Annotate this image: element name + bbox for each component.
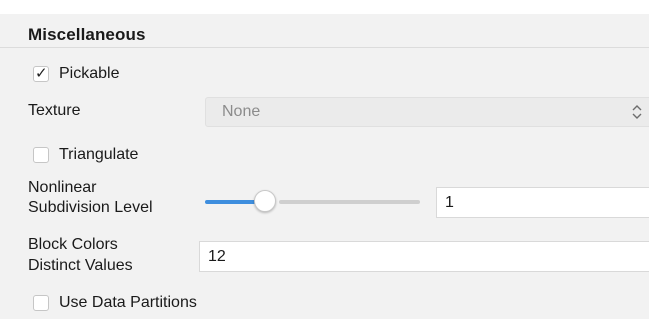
triangulate-checkbox[interactable] xyxy=(33,147,49,163)
block-colors-input[interactable] xyxy=(199,241,649,272)
section-title: Miscellaneous xyxy=(28,25,146,44)
data-partitions-label[interactable]: Use Data Partitions xyxy=(59,293,197,312)
top-strip xyxy=(0,0,649,14)
subdivision-level-input[interactable] xyxy=(436,187,649,218)
texture-select-value: None xyxy=(222,103,261,120)
pickable-checkbox[interactable]: ✓ xyxy=(33,65,49,82)
nonlinear-label-line2: Subdivision Level xyxy=(28,199,153,216)
texture-label: Texture xyxy=(28,102,81,119)
nonlinear-label-line1: Nonlinear xyxy=(28,179,97,196)
checkmark-icon: ✓ xyxy=(35,65,48,82)
slider-track-rest xyxy=(279,200,420,204)
pickable-label[interactable]: Pickable xyxy=(59,64,119,83)
slider-knob[interactable] xyxy=(254,190,276,212)
block-colors-label-line2: Distinct Values xyxy=(28,257,133,274)
triangulate-label[interactable]: Triangulate xyxy=(59,145,138,164)
data-partitions-checkbox[interactable] xyxy=(33,295,49,311)
subdivision-slider[interactable] xyxy=(205,190,420,212)
section-header[interactable]: Miscellaneous xyxy=(0,14,649,48)
updown-chevron-icon xyxy=(632,105,642,119)
properties-panel: Miscellaneous ✓ Pickable Texture None Tr… xyxy=(0,0,649,319)
block-colors-label-line1: Block Colors xyxy=(28,236,118,253)
texture-select[interactable]: None xyxy=(205,97,649,127)
